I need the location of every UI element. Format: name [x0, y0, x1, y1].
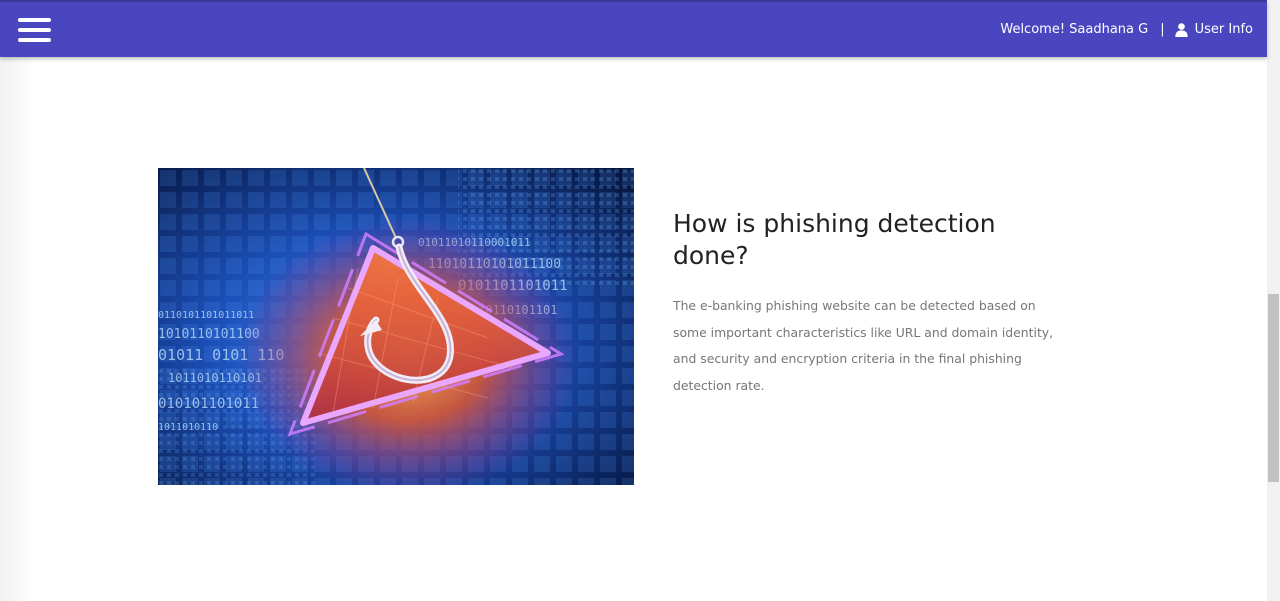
svg-text:1011010110: 1011010110 [158, 422, 218, 433]
menu-line [18, 28, 51, 32]
phishing-hook-warning-illustration: 01011010110001011 11010110101011100 0101… [158, 168, 634, 485]
top-navbar: Welcome! Saadhana G | User Info [0, 0, 1267, 57]
svg-text:010101101011: 010101101011 [158, 396, 259, 412]
left-edge-shadow [0, 57, 34, 601]
user-icon [1174, 22, 1188, 37]
svg-text:0110101101011011: 0110101101011011 [158, 310, 254, 321]
user-info-link[interactable]: User Info [1174, 22, 1253, 37]
vertical-scrollbar-thumb[interactable] [1268, 294, 1279, 482]
section-description: The e-banking phishing website can be de… [673, 298, 1054, 393]
separator: | [1160, 22, 1165, 37]
menu-line [18, 18, 51, 22]
user-info-label: User Info [1194, 22, 1253, 37]
topbar-user-area: Welcome! Saadhana G | User Info [1000, 2, 1253, 57]
section-heading: How is phishing detection done? [673, 209, 996, 270]
page: Welcome! Saadhana G | User Info 01101011… [0, 0, 1280, 601]
welcome-text: Welcome! Saadhana G [1000, 22, 1149, 37]
menu-line [18, 38, 51, 42]
hamburger-menu-icon[interactable] [18, 18, 51, 42]
